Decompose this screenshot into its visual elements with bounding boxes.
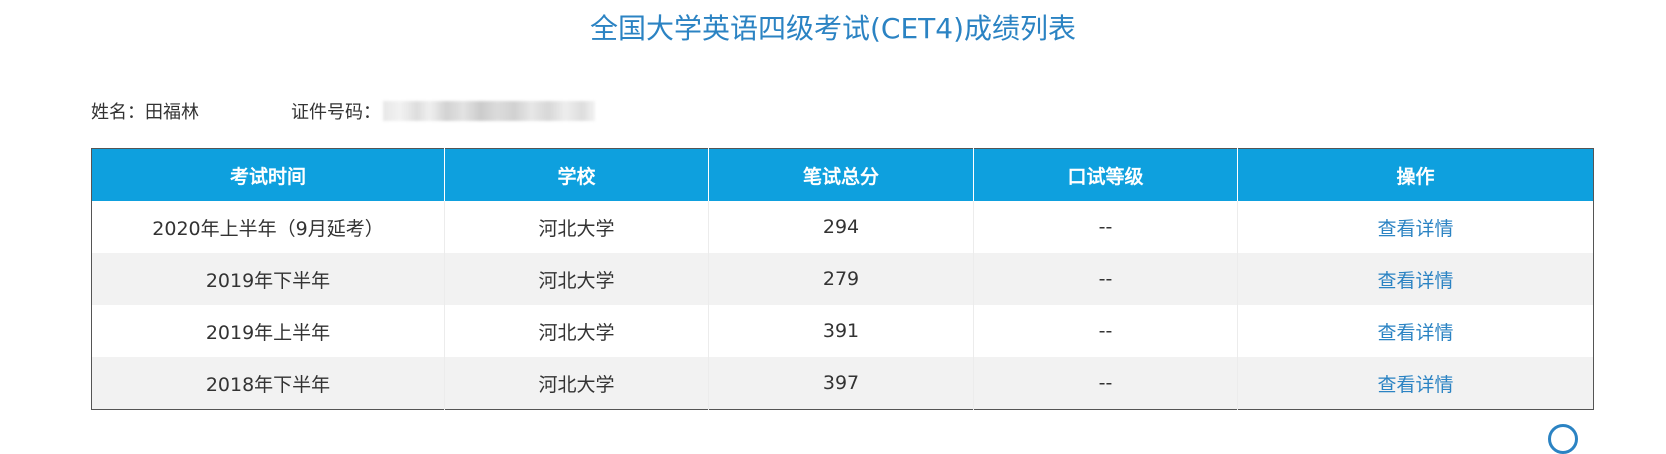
- id-info: 证件号码：: [291, 98, 595, 124]
- school-cell: 河北大学: [444, 305, 709, 357]
- action-cell: 查看详情: [1237, 357, 1594, 410]
- exam-time-cell: 2018年下半年: [91, 357, 445, 410]
- exam-time-cell: 2019年上半年: [91, 305, 445, 357]
- header-school: 学校: [444, 148, 709, 201]
- header-exam-time: 考试时间: [91, 148, 445, 201]
- school-cell: 河北大学: [444, 357, 709, 410]
- page-title: 全国大学英语四级考试(CET4)成绩列表: [589, 12, 1076, 45]
- floating-circle-icon[interactable]: [1548, 424, 1578, 454]
- oral-grade-cell: --: [973, 201, 1238, 253]
- oral-grade-cell: --: [973, 305, 1238, 357]
- table-row: 2020年上半年（9月延考） 河北大学 294 -- 查看详情: [91, 201, 1594, 253]
- score-cell: 391: [708, 305, 974, 357]
- view-details-link[interactable]: 查看详情: [1377, 374, 1453, 396]
- action-cell: 查看详情: [1238, 201, 1594, 253]
- candidate-info: 姓名： 田福林 证件号码：: [91, 96, 595, 126]
- exam-time-cell: 2020年上半年（9月延考）: [91, 201, 445, 253]
- school-cell: 河北大学: [444, 201, 709, 253]
- name-info: 姓名： 田福林: [91, 98, 291, 124]
- oral-grade-cell: --: [973, 253, 1238, 305]
- header-written-score: 笔试总分: [708, 148, 974, 201]
- table-row: 2019年下半年 河北大学 279 -- 查看详情: [91, 253, 1594, 305]
- name-value: 田福林: [145, 102, 199, 123]
- view-details-link[interactable]: 查看详情: [1377, 322, 1453, 344]
- table-header-row: 考试时间 学校 笔试总分 口试等级 操作: [91, 148, 1594, 201]
- oral-grade-cell: --: [973, 357, 1238, 410]
- name-label: 姓名：: [91, 102, 145, 123]
- action-cell: 查看详情: [1238, 305, 1594, 357]
- score-cell: 294: [708, 201, 974, 253]
- header-oral-grade: 口试等级: [973, 148, 1238, 201]
- score-cell: 279: [708, 253, 974, 305]
- view-details-link[interactable]: 查看详情: [1377, 218, 1453, 240]
- view-details-link[interactable]: 查看详情: [1377, 270, 1453, 292]
- table-row: 2018年下半年 河北大学 397 -- 查看详情: [91, 357, 1594, 410]
- header-action: 操作: [1237, 148, 1594, 201]
- action-cell: 查看详情: [1237, 253, 1594, 305]
- id-label: 证件号码：: [291, 102, 381, 123]
- table-row: 2019年上半年 河北大学 391 -- 查看详情: [91, 305, 1594, 357]
- id-value-redacted: [383, 101, 595, 121]
- score-table: 考试时间 学校 笔试总分 口试等级 操作 2020年上半年（9月延考） 河北大学…: [91, 148, 1594, 410]
- school-cell: 河北大学: [444, 253, 709, 305]
- exam-time-cell: 2019年下半年: [91, 253, 445, 305]
- score-cell: 397: [708, 357, 974, 410]
